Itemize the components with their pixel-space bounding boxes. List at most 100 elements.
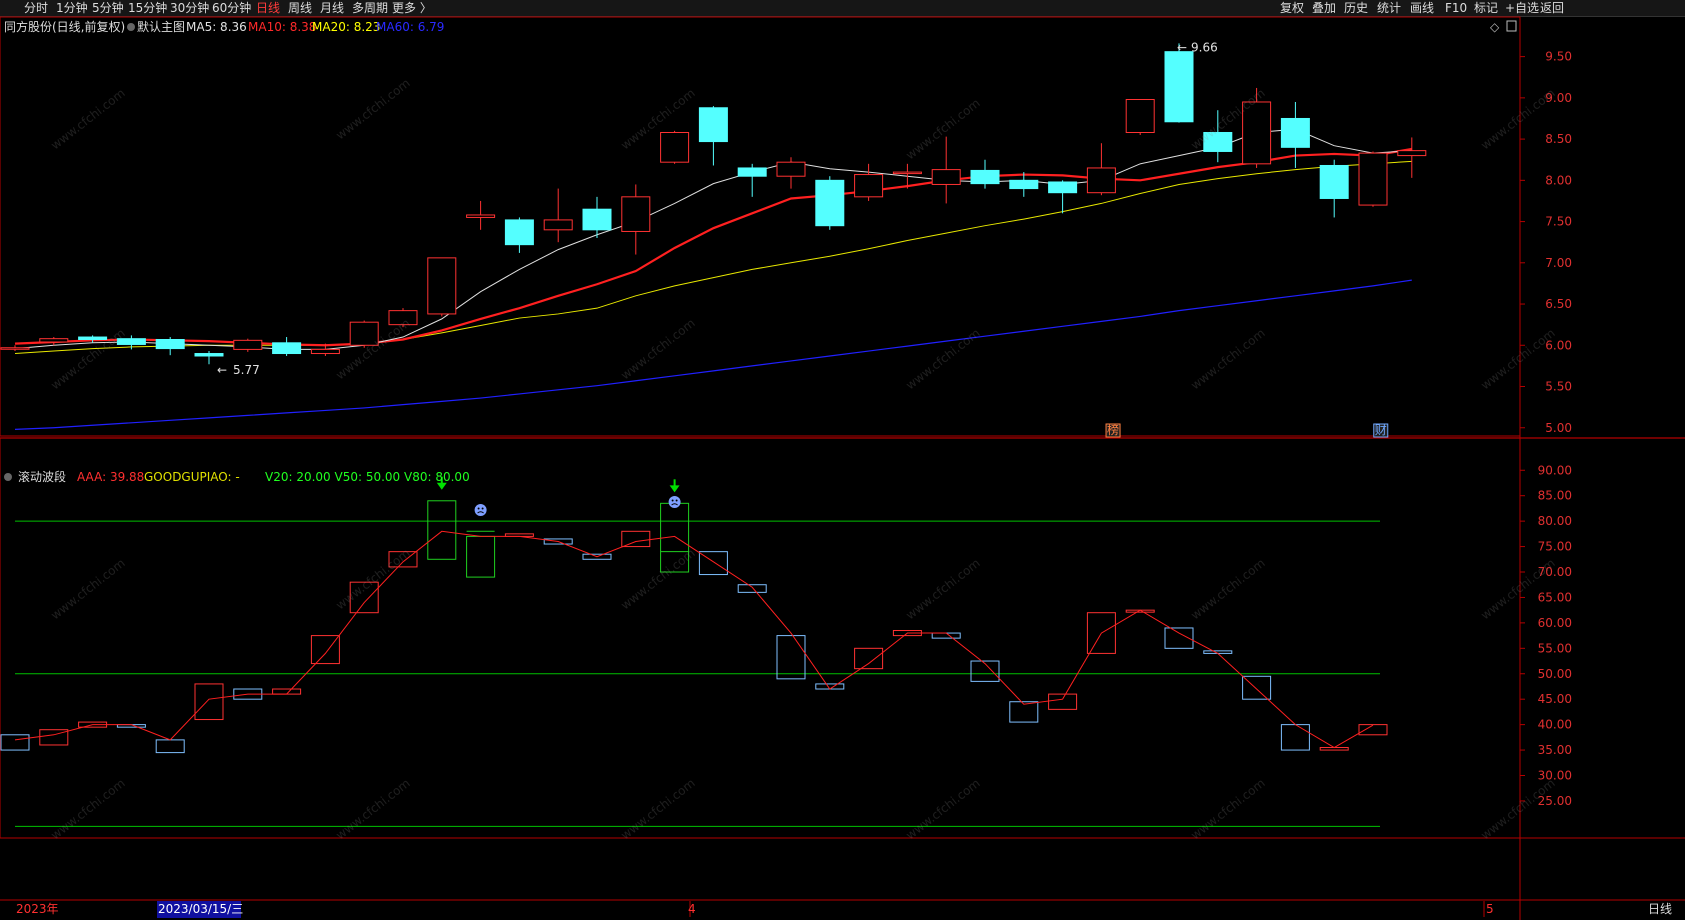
sub-bar-body-35 (1358, 724, 1388, 736)
sub-bar-33 (1280, 724, 1310, 751)
candle-body-32 (1242, 101, 1272, 165)
ytick-label-main-0: 5.00 (1545, 421, 1572, 435)
legend-5: MA60: 6.79 (376, 20, 444, 34)
sub-bar-body-4 (155, 739, 185, 754)
candle-21 (815, 176, 845, 230)
goodgupiao-value: GOODGUPIAO: - (144, 470, 240, 484)
low-marker: 5.77 (233, 363, 260, 377)
sub-bar-body-12 (466, 535, 496, 578)
candle-body-7 (272, 342, 302, 355)
candle-body-36 (1397, 150, 1427, 157)
candle-11 (427, 257, 457, 317)
sub-legend: 滚动波段 AAA: 39.88 GOODGUPIAO: - V20: 20.00 V5… (4, 469, 470, 484)
candle-body-31 (1203, 131, 1233, 152)
candle-24 (931, 136, 961, 204)
ytick-label-sub-2: 35.00 (1538, 743, 1572, 757)
candle-body-9 (349, 321, 379, 346)
candle-6 (233, 338, 263, 352)
ytick-label-main-2: 6.00 (1545, 338, 1572, 352)
sub-bar-body-20 (776, 635, 806, 680)
candle-body-29 (1125, 99, 1155, 133)
ytick-label-sub-5: 50.00 (1538, 667, 1572, 681)
sad-face-icon-1 (668, 496, 681, 508)
sub-grid (15, 520, 1380, 827)
signal-arrow-1 (669, 479, 680, 493)
sub-bar-12 (466, 530, 496, 578)
candle-13 (504, 217, 534, 253)
candle-body-27 (1048, 181, 1078, 194)
legend-2: MA5: 8.36 (186, 20, 247, 34)
candle-19 (737, 163, 767, 197)
sub-bar-11 (427, 500, 457, 560)
sub-bar-16 (621, 530, 651, 548)
aaa-polyline (14, 530, 1374, 749)
ytick-label-sub-8: 65.00 (1538, 590, 1572, 604)
candle-body-20 (776, 161, 806, 177)
chart-frame (0, 16, 1685, 920)
ma10-polyline (14, 147, 1412, 347)
template-dropdown-icon[interactable] (127, 23, 135, 31)
face-eye-l-1 (671, 499, 674, 502)
face-eye-r-1 (675, 499, 678, 502)
high-arrow: ← (1177, 40, 1187, 54)
candle-14 (543, 188, 573, 243)
candle-body-0 (0, 347, 30, 350)
ytick-label-main-9: 9.50 (1545, 50, 1572, 64)
candle-32 (1242, 87, 1272, 168)
sub-bar-body-33 (1280, 724, 1310, 751)
candle-body-1 (39, 338, 69, 343)
ytick-label-sub-3: 40.00 (1538, 718, 1572, 732)
main-panel-border (0, 16, 1521, 437)
candle-body-16 (621, 196, 651, 232)
aaa-line (14, 476, 1374, 749)
v-values: V20: 20.00 V50: 50.00 V80: 80.00 (265, 470, 470, 484)
diamond-icon[interactable]: ◇ (1490, 20, 1500, 34)
candle-12 (466, 200, 496, 230)
candle-body-22 (854, 174, 884, 198)
sub-bar-24 (931, 632, 961, 639)
ytick-label-sub-10: 75.00 (1538, 540, 1572, 554)
candle-25 (970, 159, 1000, 189)
sub-bar-19 (737, 584, 767, 593)
ytick-label-sub-11: 80.00 (1538, 514, 1572, 528)
candle-17 (660, 130, 690, 164)
candle-body-26 (1009, 179, 1039, 190)
candle-body-21 (815, 179, 845, 227)
main-legend: 同方股份(日线,前复权) 默认主图 MA5: 8.36 MA10: 8.38MA20:… (4, 19, 1517, 34)
candle-body-28 (1086, 167, 1116, 194)
face-eye-r-0 (481, 507, 484, 510)
candle-29 (1125, 99, 1155, 135)
sub-dropdown-icon[interactable] (4, 473, 12, 481)
candle-body-2 (78, 336, 108, 341)
face-circle-0 (474, 504, 487, 516)
sub-bar-body-22 (854, 647, 884, 670)
candle-28 (1086, 143, 1116, 196)
candle-36 (1397, 137, 1427, 178)
candle-body-8 (310, 348, 340, 355)
sub-bar-5 (194, 683, 224, 721)
sub-bar-body-9 (349, 581, 379, 614)
candle-22 (854, 163, 884, 201)
candle-7 (272, 337, 302, 356)
ytick-label-main-6: 8.00 (1545, 173, 1572, 187)
sub-bar-body-11 (427, 500, 457, 560)
window-icon[interactable] (1506, 20, 1517, 32)
candle-4 (155, 337, 185, 356)
candle-31 (1203, 110, 1233, 163)
legend-3: MA10: 8.38 (248, 20, 316, 34)
ytick-label-sub-9: 70.00 (1538, 565, 1572, 579)
ma10-line (14, 147, 1412, 347)
ma20-line (14, 160, 1412, 355)
ytick-label-main-5: 7.50 (1545, 215, 1572, 229)
sub-bar-27 (1048, 693, 1078, 710)
ytick-label-sub-12: 85.00 (1538, 489, 1572, 503)
event-badge-1: 榜 (1107, 422, 1119, 437)
sub-name: 滚动波段 (18, 469, 66, 484)
sub-bar-9 (349, 581, 379, 614)
main-candles (0, 43, 1427, 365)
sub-bar-7 (272, 688, 302, 695)
candle-body-6 (233, 339, 263, 350)
month5-label: 5 (1486, 902, 1494, 916)
candle-30 (1164, 43, 1194, 123)
sub-bar-body-5 (194, 683, 224, 721)
